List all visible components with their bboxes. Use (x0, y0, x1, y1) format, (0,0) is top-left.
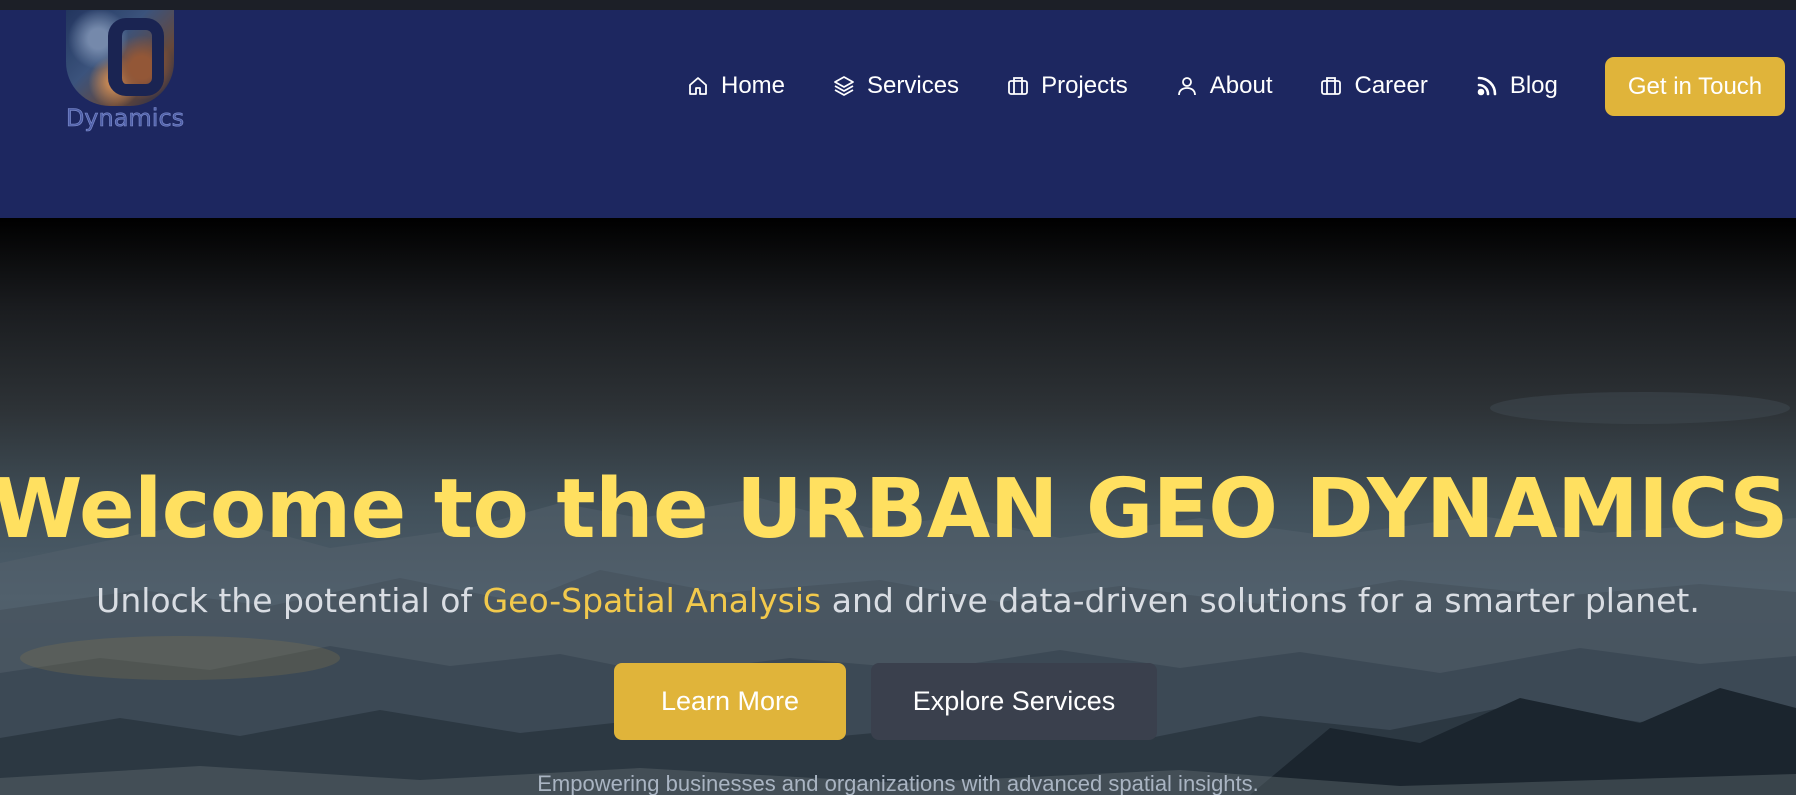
nav-services-label: Services (867, 72, 960, 99)
browser-top-strip (0, 0, 1796, 10)
nav-about[interactable]: About (1175, 66, 1273, 106)
hero-subtitle-prefix: Unlock the potential of (96, 581, 483, 620)
nav-about-label: About (1209, 72, 1273, 99)
hero-section: Welcome to the URBAN GEO DYNAMICS Unlock… (0, 218, 1796, 795)
hero-subtitle-suffix: and drive data-driven solutions for a sm… (821, 581, 1700, 620)
main-nav: Home Services Projects About Career Blog (686, 66, 1558, 106)
layers-icon (834, 76, 854, 96)
hero-title: Welcome to the URBAN GEO DYNAMICS (0, 462, 1789, 557)
nav-home[interactable]: Home (686, 66, 785, 106)
nav-home-label: Home (721, 72, 786, 99)
nav-career[interactable]: Career (1319, 66, 1428, 106)
user-icon (1177, 77, 1196, 96)
hero-subtitle-highlight: Geo-Spatial Analysis (482, 581, 822, 620)
explore-services-button[interactable]: Explore Services (871, 663, 1157, 740)
learn-more-button[interactable]: Learn More (614, 663, 846, 740)
hero-tagline: Empowering businesses and organizations … (537, 771, 1259, 795)
nav-projects[interactable]: Projects (1006, 66, 1128, 106)
nav-blog-label: Blog (1509, 72, 1558, 99)
hero-subtitle: Unlock the potential of Geo-Spatial Anal… (0, 581, 1796, 620)
home-icon (689, 77, 707, 95)
logo-text: Dynamics (65, 104, 185, 133)
site-header: Dynamics Home Services Projects About Ca… (0, 10, 1796, 218)
get-in-touch-button[interactable]: Get in Touch (1605, 57, 1785, 116)
rss-icon (1477, 76, 1497, 96)
briefcase-icon (1008, 77, 1028, 95)
logo-letter-g (108, 18, 164, 96)
site-logo[interactable]: Dynamics (60, 10, 190, 140)
nav-projects-label: Projects (1041, 72, 1128, 99)
nav-services[interactable]: Services (832, 66, 959, 106)
briefcase-icon (1321, 77, 1342, 95)
nav-career-label: Career (1354, 72, 1428, 99)
nav-blog[interactable]: Blog (1475, 66, 1558, 106)
